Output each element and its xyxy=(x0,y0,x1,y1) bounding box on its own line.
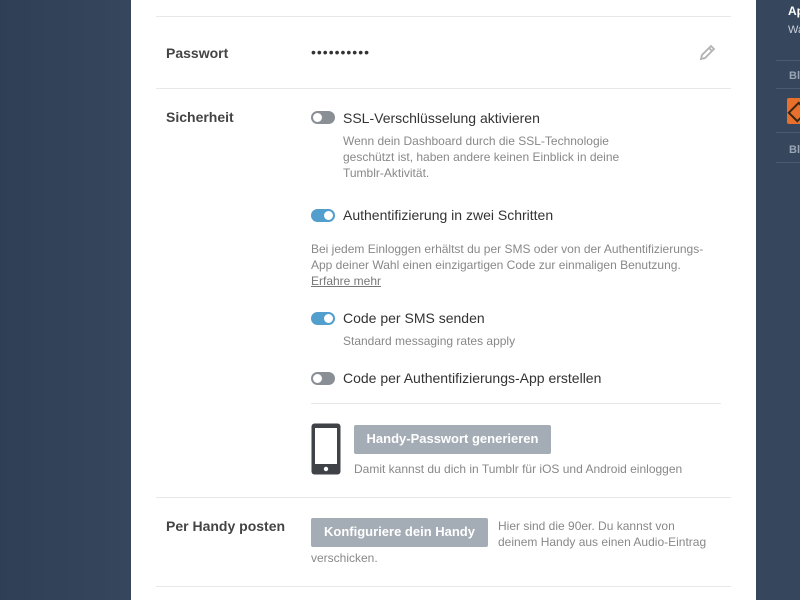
configure-phone-button[interactable]: Konfiguriere dein Handy xyxy=(311,518,488,547)
blog-avatar[interactable] xyxy=(787,98,800,124)
two-factor-label: Authentifizierung in zwei Schritten xyxy=(343,207,554,223)
auth-app-toggle[interactable] xyxy=(311,372,335,385)
security-label: Sicherheit xyxy=(166,109,234,125)
mobile-post-description-a: Hier sind die 90er. Du kannst von deinem… xyxy=(498,519,707,549)
divider xyxy=(776,88,800,89)
divider xyxy=(156,497,731,498)
divider xyxy=(311,403,721,404)
sidebar-subtitle: Wa xyxy=(788,24,800,36)
sidebar-section-label: Bl xyxy=(789,70,800,82)
auth-app-label: Code per Authentifizierungs-App erstelle… xyxy=(343,370,602,386)
mobile-password-description: Damit kannst du dich in Tumblr für iOS u… xyxy=(354,462,683,476)
sms-toggle[interactable] xyxy=(311,312,335,325)
pencil-icon[interactable] xyxy=(698,42,718,62)
ssl-description: Wenn dein Dashboard durch die SSL-Techno… xyxy=(343,134,620,180)
settings-panel xyxy=(131,0,756,600)
learn-more-link[interactable]: Erfahre mehr xyxy=(311,274,381,288)
divider xyxy=(156,16,731,17)
ssl-toggle[interactable] xyxy=(311,111,335,124)
two-factor-toggle[interactable] xyxy=(311,209,335,222)
divider xyxy=(776,132,800,133)
mobile-post-label: Per Handy posten xyxy=(166,518,286,534)
right-sidebar: Ap Wa Bl Bl xyxy=(756,0,800,600)
sms-label: Code per SMS senden xyxy=(343,310,485,326)
divider xyxy=(156,586,731,587)
sms-description: Standard messaging rates apply xyxy=(343,334,516,348)
password-label: Passwort xyxy=(166,45,229,61)
sidebar-title: Ap xyxy=(788,4,800,18)
sidebar-section-label: Bl xyxy=(789,144,800,156)
ssl-label: SSL-Verschlüsselung aktivieren xyxy=(343,110,540,126)
phone-icon xyxy=(311,423,341,475)
divider xyxy=(776,162,800,163)
generate-mobile-password-button[interactable]: Handy-Passwort generieren xyxy=(354,425,551,454)
two-factor-description: Bei jedem Einloggen erhältst du per SMS … xyxy=(311,242,704,288)
mobile-post-description-b: verschicken. xyxy=(311,551,378,565)
divider xyxy=(156,88,731,89)
password-value: •••••••••• xyxy=(311,44,371,60)
divider xyxy=(776,60,800,61)
page-background xyxy=(0,0,131,600)
